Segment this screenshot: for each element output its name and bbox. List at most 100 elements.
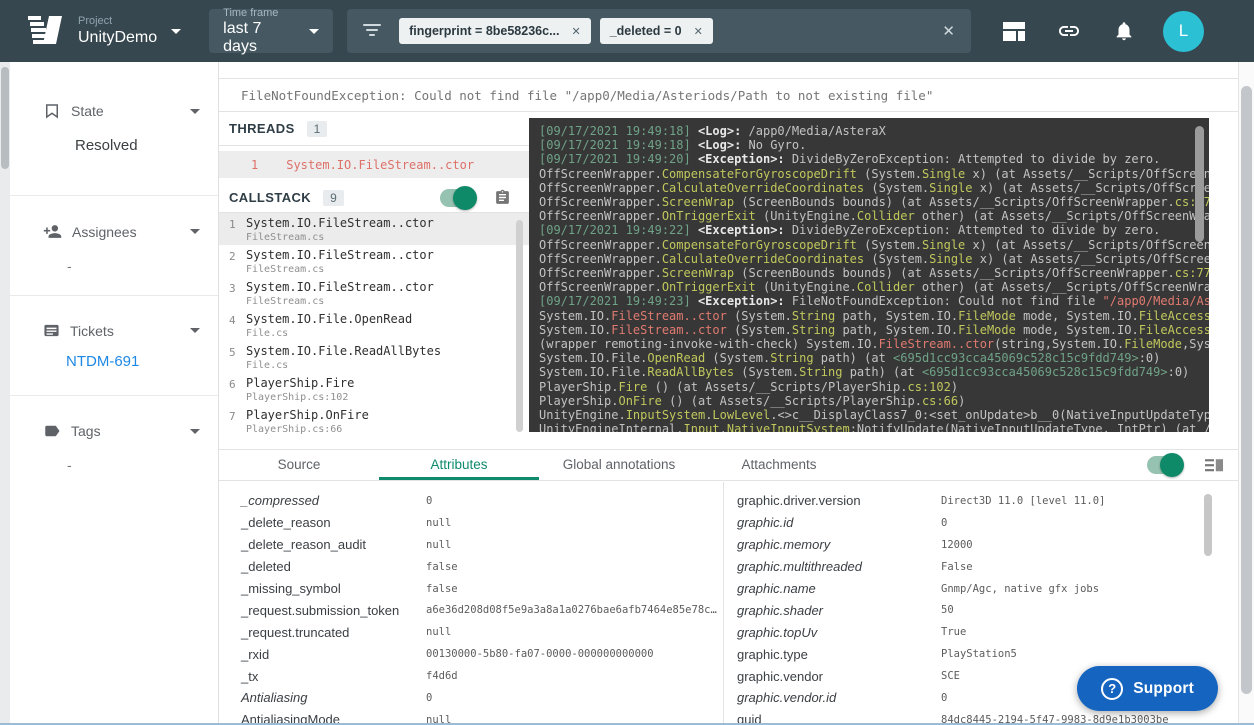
error-title: FileNotFoundException: Could not find fi… xyxy=(241,88,933,103)
log-line: [09/17/2021 19:49:18] <Log>: No Gyro. xyxy=(539,138,1209,152)
callstack-frame[interactable]: 6PlayerShip.FirePlayerShip.cs:102 xyxy=(219,373,529,405)
filter-chip-deleted[interactable]: _deleted = 0 ✕ xyxy=(600,18,713,44)
attribute-row: _request.truncatednull xyxy=(241,621,723,643)
log-segment: (System. xyxy=(857,238,922,252)
sidebar-section-state: State Resolved xyxy=(10,62,218,196)
attribute-key: graphic.shader xyxy=(737,603,941,618)
log-line: OffScreenWrapper.CalculateOverrideCoordi… xyxy=(539,181,1209,195)
log-segment: String xyxy=(799,365,842,379)
log-segment: :0) xyxy=(1139,351,1161,365)
timeframe-label: Time frame xyxy=(223,7,295,19)
tab-attachments[interactable]: Attachments xyxy=(699,450,859,480)
sidebar-section-assignees: Assignees - xyxy=(10,196,218,296)
log-line: System.IO.FileStream..ctor (System.Strin… xyxy=(539,309,1209,323)
assignees-section-header[interactable]: Assignees xyxy=(43,222,200,241)
project-selector[interactable]: Project UnityDemo xyxy=(78,15,181,47)
log-line: PlayerShip.OnFire () (at Assets/__Script… xyxy=(539,394,1209,408)
log-segment: .<>c__DisplayClass7_0:<set_onUpdate>b__0… xyxy=(770,408,1209,422)
attributes-scrollbar-thumb[interactable] xyxy=(1204,494,1212,556)
attribute-key: graphic.type xyxy=(737,647,941,662)
callstack-toggle[interactable] xyxy=(440,189,474,207)
log-segment: () (at Assets/__Scripts/PlayerShip. xyxy=(647,380,907,394)
log-segment: FileStream..ctor xyxy=(611,309,727,323)
log-panel[interactable]: [09/17/2021 19:49:18] <Log>: /app0/Media… xyxy=(529,118,1209,432)
log-segment: . xyxy=(720,422,727,432)
log-line: OffScreenWrapper.OnTriggerExit (UnityEng… xyxy=(539,280,1209,294)
chevron-down-icon xyxy=(190,229,200,234)
frame-body: System.IO.FileStream..ctorFileStream.cs xyxy=(246,281,434,306)
support-button[interactable]: ? Support xyxy=(1077,666,1218,711)
log-segment: FileNotFoundException: Could not find fi… xyxy=(792,294,1103,308)
filter-chip-fingerprint[interactable]: fingerprint = 8be58236c... ✕ xyxy=(399,18,591,44)
log-segment: mode, System.IO. xyxy=(1016,323,1139,337)
callstack-frame[interactable]: 3System.IO.FileStream..ctorFileStream.cs xyxy=(219,277,529,309)
left-scrollbar-thumb[interactable] xyxy=(1,67,9,169)
support-label: Support xyxy=(1133,680,1194,698)
clipboard-icon[interactable] xyxy=(494,188,511,207)
layout-density-icon[interactable] xyxy=(1205,457,1223,474)
bell-icon[interactable] xyxy=(1113,20,1135,42)
attribute-row: _delete_reasonnull xyxy=(241,512,723,534)
callstack-frame[interactable]: 1System.IO.FileStream..ctorFileStream.cs xyxy=(219,213,529,245)
frame-file: PlayerShip.cs:102 xyxy=(246,392,354,403)
callstack-frame[interactable]: 4System.IO.File.OpenReadFile.cs xyxy=(219,309,529,341)
tab-source[interactable]: Source xyxy=(219,450,379,480)
state-section-header[interactable]: State xyxy=(43,102,200,120)
callstack-frame[interactable]: 5System.IO.File.ReadAllBytesFile.cs xyxy=(219,341,529,373)
filter-chip-label: _deleted = 0 xyxy=(610,24,682,38)
log-segment: OffScreenWrapper. xyxy=(539,252,662,266)
log-segment: (System. xyxy=(864,181,929,195)
clear-filters-close-icon[interactable]: ✕ xyxy=(942,22,955,40)
log-segment: FileMode xyxy=(958,323,1016,337)
log-segment: ReadAllBytes xyxy=(647,365,734,379)
log-segment: ScreenWrap xyxy=(662,195,734,209)
log-line: System.IO.File.OpenRead (System.String p… xyxy=(539,351,1209,365)
tickets-section-header[interactable]: Tickets xyxy=(43,322,200,339)
thread-row[interactable]: 1 System.IO.FileStream..ctor xyxy=(219,151,529,178)
callstack-frame[interactable]: 7PlayerShip.OnFirePlayerShip.cs:66 xyxy=(219,405,529,437)
log-segment: /app0/Media/AsteraX xyxy=(749,124,886,138)
left-scrollbar xyxy=(0,62,10,723)
callstack-scrollbar-thumb[interactable] xyxy=(516,220,523,432)
log-segment: FileAccess xyxy=(1139,309,1209,323)
project-value: UnityDemo xyxy=(78,29,157,47)
log-segment: DivideByZeroException: Attempted to divi… xyxy=(792,223,1160,237)
tab-attributes[interactable]: Attributes xyxy=(379,450,539,480)
log-segment: <Exception>: xyxy=(698,152,792,166)
attribute-key: graphic.vendor xyxy=(737,669,941,684)
close-icon[interactable]: ✕ xyxy=(694,25,703,38)
attribute-value: 0 xyxy=(941,692,947,704)
ticket-link[interactable]: NTDM-691 xyxy=(66,353,200,370)
log-segment: <Log>: xyxy=(698,124,749,138)
log-segment: Collider xyxy=(857,209,915,223)
log-segment: ScreenWrap xyxy=(662,266,734,280)
avatar[interactable]: L xyxy=(1163,11,1204,52)
tab-global-annotations[interactable]: Global annotations xyxy=(539,450,699,480)
log-segment: :NotifyUpdate(NativeInputUpdateType, Int… xyxy=(850,422,1209,432)
triage-sidebar: State Resolved Assignees - Tickets xyxy=(10,62,218,723)
log-segment: FileStream..ctor xyxy=(611,323,727,337)
attributes-toggle[interactable] xyxy=(1147,456,1181,474)
log-segment: OffScreenWrapper. xyxy=(539,238,662,252)
threads-header: THREADS 1 xyxy=(219,112,529,146)
callstack-frame[interactable]: 2System.IO.FileStream..ctorFileStream.cs xyxy=(219,245,529,277)
attribute-key: _request.truncated xyxy=(241,625,426,640)
attribute-row: AntialiasingModenull xyxy=(241,709,723,723)
attribute-value: 0 xyxy=(426,495,432,507)
timeframe-selector[interactable]: Time frame last 7 days xyxy=(209,9,333,53)
filter-bar[interactable]: fingerprint = 8be58236c... ✕ _deleted = … xyxy=(347,9,971,53)
log-segment: No Gyro. xyxy=(749,138,807,152)
dashboard-icon[interactable] xyxy=(1003,22,1025,41)
page-scrollbar-thumb[interactable] xyxy=(1241,86,1252,694)
attribute-key: AntialiasingMode xyxy=(241,712,426,723)
log-line: System.IO.FileStream..ctor (System.Strin… xyxy=(539,323,1209,337)
tags-section-header[interactable]: Tags xyxy=(43,422,200,440)
link-icon[interactable] xyxy=(1057,19,1081,43)
assignees-label: Assignees xyxy=(72,224,137,240)
frame-body: System.IO.File.OpenReadFile.cs xyxy=(246,313,412,338)
frame-number: 5 xyxy=(229,345,246,370)
log-scrollbar-thumb[interactable] xyxy=(1195,126,1204,242)
attribute-row: graphic.memory12000 xyxy=(737,534,1239,556)
close-icon[interactable]: ✕ xyxy=(572,25,581,38)
log-segment: Single xyxy=(929,181,972,195)
